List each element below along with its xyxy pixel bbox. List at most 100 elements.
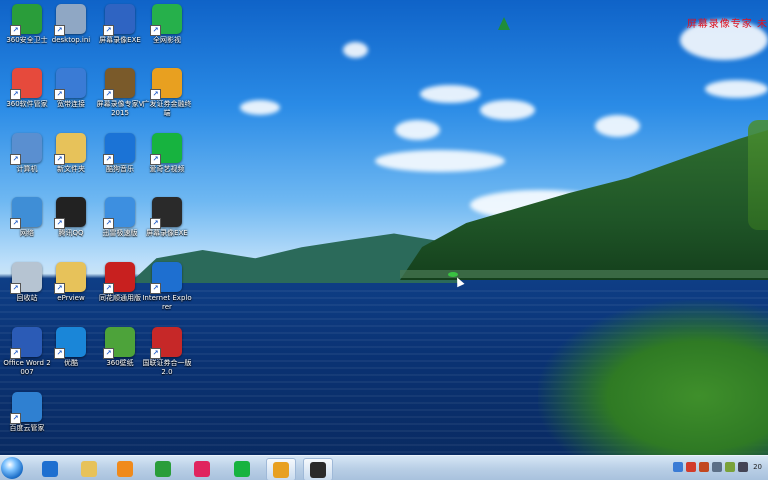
desktop-icon-label: 广发证券金融终端 xyxy=(142,100,192,117)
battery-tray-icon[interactable] xyxy=(725,462,736,472)
desktop-icon[interactable]: ↗ 全网影视 xyxy=(142,4,192,45)
desktop-icon[interactable]: ↗ 百度云管家 xyxy=(2,392,52,433)
cloud xyxy=(480,100,535,120)
iqiyi-icon: ↗ xyxy=(150,133,182,165)
globe-network-icon: ↗ xyxy=(10,197,42,229)
desktop-icon[interactable]: ↗ 腾讯QQ xyxy=(46,197,96,238)
desktop-icon-label: 同花顺通用版 xyxy=(99,294,141,302)
shortcut-arrow-icon: ↗ xyxy=(103,89,114,100)
desktop-icon-label: Internet Explorer xyxy=(142,294,192,311)
shortcut-arrow-icon: ↗ xyxy=(150,89,161,100)
desktop-icon-label: 网络 xyxy=(20,229,34,237)
desktop-icon[interactable]: ↗ 计算机 xyxy=(2,133,52,174)
desktop-icon[interactable]: ↗ Internet Explorer xyxy=(142,262,192,312)
signal-tray-icon[interactable] xyxy=(738,462,749,472)
software-manager-icon: ↗ xyxy=(10,68,42,100)
desktop-icon[interactable]: ↗ 360壁纸 xyxy=(95,327,145,368)
iqiyi-icon xyxy=(234,460,250,477)
media-taskbar-button[interactable] xyxy=(111,458,139,479)
desktop-icon-label: desktop.ini xyxy=(51,36,91,44)
video-app-icon: ↗ xyxy=(150,4,182,36)
ie-taskbar-button[interactable] xyxy=(36,458,64,479)
shortcut-arrow-icon: ↗ xyxy=(54,283,65,294)
shortcut-arrow-icon: ↗ xyxy=(10,89,21,100)
desktop-icon-label: 宽带连接 xyxy=(57,100,85,108)
edge-foliage xyxy=(748,120,768,230)
media-player-icon xyxy=(117,460,133,477)
network-tray-icon[interactable] xyxy=(673,462,684,472)
desktop-icon[interactable]: ↗ 优酷 xyxy=(46,327,96,368)
antivirus-tray-icon[interactable] xyxy=(686,462,697,472)
shortcut-arrow-icon: ↗ xyxy=(150,218,161,229)
desktop-icon-label: 腾讯QQ xyxy=(58,229,84,237)
shortcut-arrow-icon: ↗ xyxy=(150,283,161,294)
gf-taskbar-button[interactable] xyxy=(266,458,296,480)
windows-start-icon[interactable] xyxy=(1,457,23,479)
desktop-icon-label: 爱奇艺视频 xyxy=(149,165,185,173)
desktop-icon-label: 计算机 xyxy=(16,165,38,173)
shortcut-arrow-icon: ↗ xyxy=(10,348,21,359)
iqiyi-taskbar-button[interactable] xyxy=(228,458,256,479)
clock[interactable]: 20 xyxy=(753,463,762,471)
cloud xyxy=(420,85,480,103)
flag-tray-icon[interactable] xyxy=(699,462,710,472)
app-taskbar-button[interactable] xyxy=(188,458,216,479)
recorder-taskbar-button[interactable] xyxy=(303,458,333,480)
film-reel-icon: ↗ xyxy=(103,68,135,100)
speaker-tray-icon[interactable] xyxy=(712,462,723,472)
desktop-icon-label: 360壁纸 xyxy=(106,359,134,367)
desktop-icon[interactable]: ↗ 360软件管家 xyxy=(2,68,52,109)
baidu-cloud-icon: ↗ xyxy=(10,392,42,424)
cloud xyxy=(705,80,768,98)
desktop-icon-label: 迅雷极速版 xyxy=(102,229,138,237)
desktop-icon[interactable]: ↗ 网络 xyxy=(2,197,52,238)
folder-icon xyxy=(81,460,97,477)
desktop-icon[interactable]: ↗ 迅雷极速版 xyxy=(95,197,145,238)
360-safe-icon: ↗ xyxy=(10,4,42,36)
desktop-icon[interactable]: ↗ desktop.ini xyxy=(46,4,96,45)
desktop-icon[interactable]: ↗ 宽带连接 xyxy=(46,68,96,109)
shortcut-arrow-icon: ↗ xyxy=(10,25,21,36)
shortcut-arrow-icon: ↗ xyxy=(54,154,65,165)
desktop-icon-label: 屏幕录像EXE xyxy=(99,36,141,44)
desktop-icon-label: 360安全卫士 xyxy=(6,36,48,44)
desktop-icon[interactable]: ↗ 广发证券金融终端 xyxy=(142,68,192,118)
desktop-icon[interactable]: ↗ 酷狗音乐 xyxy=(95,133,145,174)
kugou-icon: ↗ xyxy=(103,133,135,165)
computer-icon: ↗ xyxy=(10,133,42,165)
desktop-icon-label: ePrview xyxy=(57,294,85,302)
christmas-tree-icon xyxy=(498,17,510,30)
desktop-icon[interactable]: ↗ 屏幕录像EXE xyxy=(95,4,145,45)
shortcut-arrow-icon: ↗ xyxy=(54,25,65,36)
shortcut-arrow-icon: ↗ xyxy=(54,89,65,100)
video-thumb-icon xyxy=(310,461,326,478)
desktop: 屏幕录像专家 未 ↗ 360安全卫士 ↗ desktop.ini ↗ 屏幕录像EXE ↗ 全网… xyxy=(0,0,768,480)
desktop-icon-label: Office Word 2007 xyxy=(3,359,51,376)
desktop-icon[interactable]: ↗ ePrview xyxy=(46,262,96,303)
shortcut-arrow-icon: ↗ xyxy=(150,348,161,359)
desktop-icon[interactable]: ↗ 回收站 xyxy=(2,262,52,303)
desktop-icon-label: 屏幕录像EXE xyxy=(146,229,188,237)
shortcut-arrow-icon: ↗ xyxy=(10,283,21,294)
youku-icon: ↗ xyxy=(54,327,86,359)
shortcut-arrow-icon: ↗ xyxy=(150,25,161,36)
desktop-icon[interactable]: ↗ Office Word 2007 xyxy=(2,327,52,377)
shortcut-arrow-icon: ↗ xyxy=(10,218,21,229)
desktop-icon[interactable]: ↗ 同花顺通用版 xyxy=(95,262,145,303)
desktop-icon-label: 全网影视 xyxy=(153,36,181,44)
desktop-icon-label: 回收站 xyxy=(16,294,38,302)
gf-securities-icon xyxy=(273,461,289,478)
desktop-icon[interactable]: ↗ 屏幕录像专家V2015 xyxy=(95,68,145,118)
recycle-bin-icon: ↗ xyxy=(10,262,42,294)
desktop-icon[interactable]: ↗ 爱奇艺视频 xyxy=(142,133,192,174)
desktop-icon[interactable]: ↗ 360安全卫士 xyxy=(2,4,52,45)
desktop-icon-label: 百度云管家 xyxy=(9,424,45,432)
thunder-icon: ↗ xyxy=(103,197,135,229)
gf-securities-icon: ↗ xyxy=(150,68,182,100)
desktop-icon[interactable]: ↗ 国联证券合一版2.0 xyxy=(142,327,192,377)
360-taskbar-button[interactable] xyxy=(149,458,177,479)
desktop-icon[interactable]: ↗ 屏幕录像EXE xyxy=(142,197,192,238)
shortcut-arrow-icon: ↗ xyxy=(10,154,21,165)
explorer-taskbar-button[interactable] xyxy=(75,458,103,479)
desktop-icon[interactable]: ↗ 新文件夹 xyxy=(46,133,96,174)
